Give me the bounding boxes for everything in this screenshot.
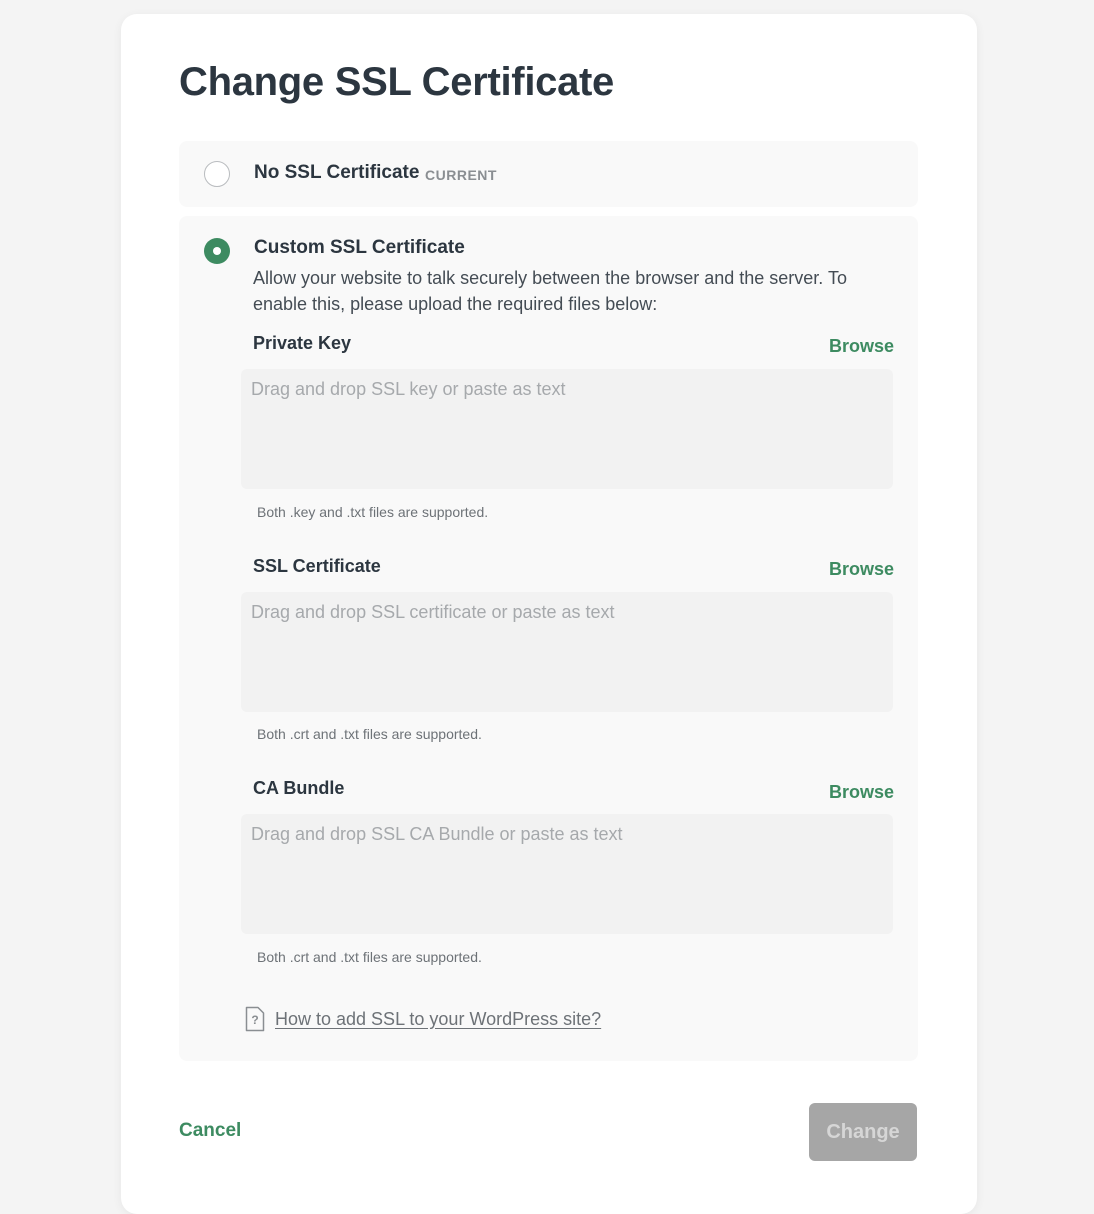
option-custom-ssl-label: Custom SSL Certificate [254, 237, 465, 258]
change-button[interactable]: Change [809, 1103, 917, 1161]
ssl-certificate-browse-button[interactable]: Browse [829, 559, 894, 580]
ssl-certificate-input[interactable] [241, 592, 893, 712]
help-link-ssl-wordpress[interactable]: How to add SSL to your WordPress site? [275, 1009, 601, 1030]
ca-bundle-label: CA Bundle [253, 778, 345, 798]
cancel-button[interactable]: Cancel [179, 1120, 241, 1142]
ca-bundle-hint: Both .crt and .txt files are supported. [257, 949, 482, 965]
ca-bundle-input[interactable] [241, 814, 893, 934]
change-ssl-dialog: Change SSL Certificate No SSL Certificat… [121, 14, 977, 1214]
help-row: ? How to add SSL to your WordPress site? [245, 1006, 601, 1032]
radio-no-ssl[interactable] [204, 161, 230, 187]
ssl-certificate-label: SSL Certificate [253, 556, 381, 576]
option-custom-ssl-description: Allow your website to talk securely betw… [253, 268, 847, 314]
option-custom-ssl[interactable]: Custom SSL Certificate Allow your websit… [179, 216, 918, 1061]
private-key-browse-button[interactable]: Browse [829, 336, 894, 357]
dialog-title: Change SSL Certificate [179, 60, 615, 104]
private-key-hint: Both .key and .txt files are supported. [257, 504, 489, 520]
option-no-ssl-label: No SSL Certificate [254, 162, 420, 183]
document-question-icon: ? [245, 1006, 265, 1032]
ssl-certificate-hint: Both .crt and .txt files are supported. [257, 726, 482, 742]
radio-custom-ssl[interactable] [204, 238, 230, 264]
current-badge: CURRENT [425, 167, 497, 183]
ca-bundle-browse-button[interactable]: Browse [829, 782, 894, 803]
private-key-input[interactable] [241, 369, 893, 489]
option-no-ssl[interactable]: No SSL Certificate CURRENT [179, 141, 918, 207]
svg-text:?: ? [251, 1013, 258, 1027]
private-key-label: Private Key [253, 333, 352, 353]
